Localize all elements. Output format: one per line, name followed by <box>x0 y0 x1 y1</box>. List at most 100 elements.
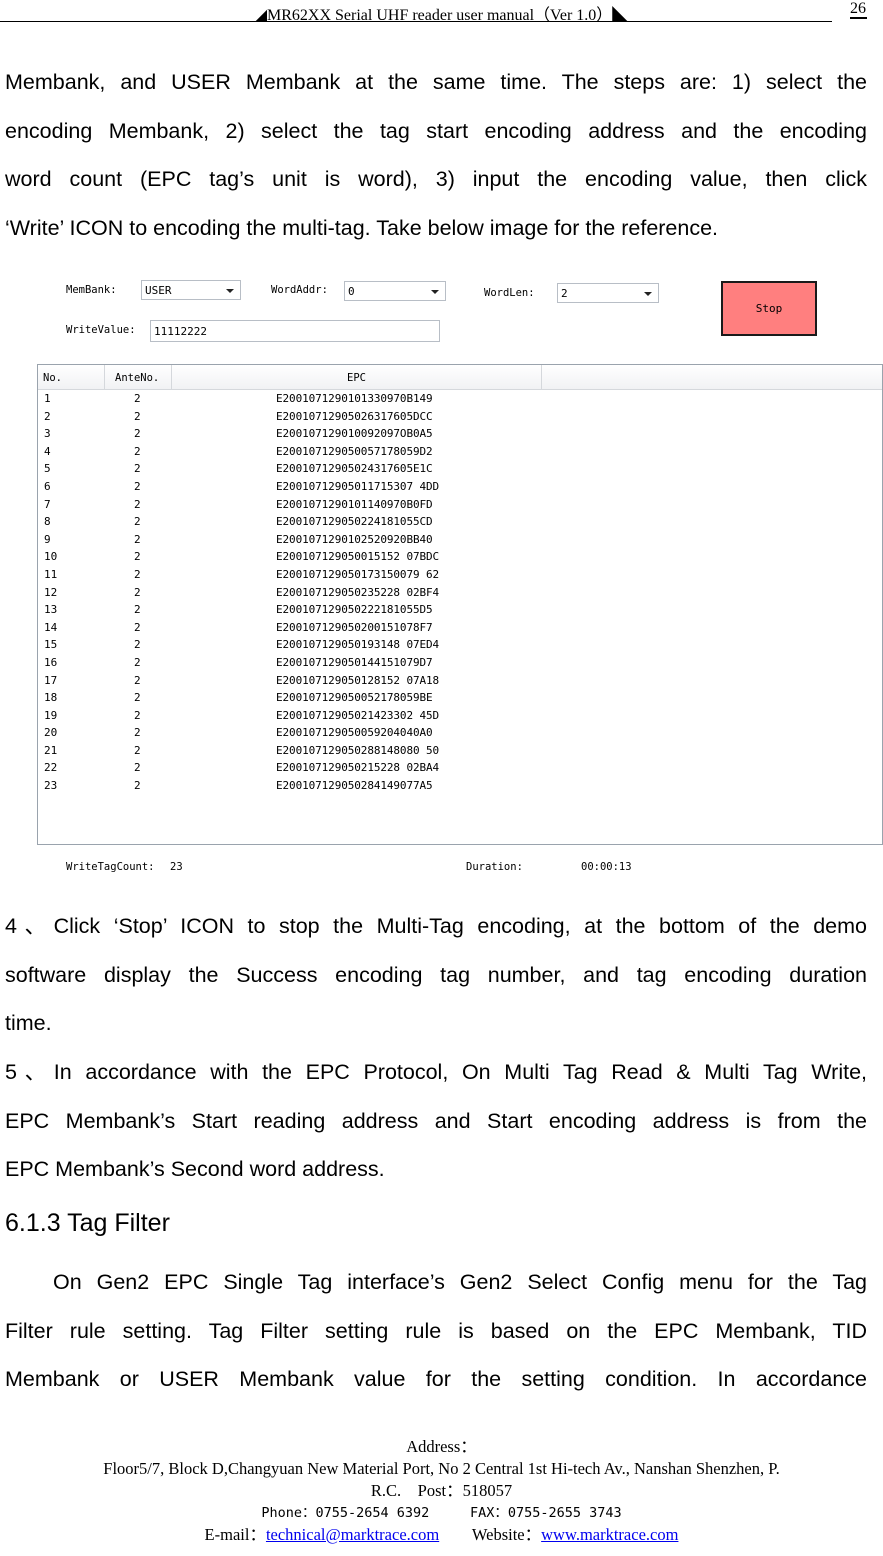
table-row[interactable]: 9 2 E2001071290102520920BB40 <box>38 531 882 549</box>
page-footer: Address： Floor5/7, Block D,Changyuan New… <box>0 1436 883 1546</box>
epc-value: E20010712905021423302 45D <box>276 708 440 722</box>
table-row[interactable]: 14 2 E200107129050200151078F7 <box>38 619 882 637</box>
column-header-anteno[interactable]: AnteNo. <box>105 365 172 389</box>
epc-value: E200107129050200151078F7 <box>276 620 433 634</box>
row-number: 6 <box>44 479 51 493</box>
fax-number: FAX：0755-2655 3743 <box>469 1505 622 1521</box>
table-row[interactable]: 17 2 E200107129050128152 07A18 <box>38 672 882 690</box>
duration-label: Duration: <box>466 861 523 873</box>
wordaddr-label: WordAddr: <box>271 284 328 296</box>
page-number: 26 <box>850 0 866 17</box>
wordlen-select[interactable]: 2 <box>557 283 659 303</box>
row-number: 23 <box>44 779 58 793</box>
intro-paragraph: Membank, and USER Membank at the same ti… <box>5 58 867 252</box>
row-number: 15 <box>44 638 58 652</box>
row-number: 10 <box>44 550 58 564</box>
antenna-number: 2 <box>134 673 141 687</box>
chevron-down-icon <box>226 289 234 293</box>
table-row[interactable]: 20 2 E200107129050059204040A0 <box>38 724 882 742</box>
column-header-epc[interactable]: EPC <box>172 365 542 389</box>
table-row[interactable]: 15 2 E200107129050193148 07ED4 <box>38 636 882 654</box>
email-label: E-mail： <box>204 1525 266 1544</box>
chevron-down-icon <box>644 292 652 296</box>
antenna-number: 2 <box>134 585 141 599</box>
antenna-number: 2 <box>134 655 141 669</box>
step-4-paragraph: 4、Click ‘Stop’ ICON to stop the Multi-Ta… <box>5 902 867 1048</box>
table-row[interactable]: 16 2 E200107129050144151079D7 <box>38 654 882 672</box>
antenna-number: 2 <box>134 779 141 793</box>
stop-button[interactable]: Stop <box>721 281 817 336</box>
table-row[interactable]: 21 2 E200107129050288148080 50 <box>38 742 882 760</box>
row-number: 9 <box>44 532 51 546</box>
row-number: 2 <box>44 409 51 423</box>
antenna-number: 2 <box>134 603 141 617</box>
row-number: 4 <box>44 444 51 458</box>
membank-select[interactable]: USER <box>141 280 241 300</box>
writevalue-input[interactable]: 11112222 <box>150 320 440 342</box>
epc-value: E200107129050222181055D5 <box>276 603 433 617</box>
table-row[interactable]: 4 2 E200107129050057178059D2 <box>38 443 882 461</box>
table-row[interactable]: 22 2 E200107129050215228 02BA4 <box>38 759 882 777</box>
epc-value: E2001071290101140970B0FD <box>276 497 433 511</box>
epc-value: E200107129050057178059D2 <box>276 444 433 458</box>
row-number: 5 <box>44 462 51 476</box>
row-number: 11 <box>44 567 58 581</box>
row-number: 21 <box>44 743 58 757</box>
column-header-no[interactable]: No. <box>38 365 105 389</box>
table-row[interactable]: 8 2 E200107129050224181055CD <box>38 513 882 531</box>
row-number: 19 <box>44 708 58 722</box>
text-line: word count (EPC tag’s unit is word), 3) … <box>5 167 867 191</box>
row-number: 20 <box>44 726 58 740</box>
row-number: 13 <box>44 603 58 617</box>
epc-value: E2001071290102520920BB40 <box>276 532 433 546</box>
contact-links: E-mail：technical@marktrace.com Website：w… <box>0 1524 883 1546</box>
row-number: 3 <box>44 427 51 441</box>
section-heading: 6.1.3 Tag Filter <box>5 1209 170 1237</box>
table-row[interactable]: 13 2 E200107129050222181055D5 <box>38 601 882 619</box>
wordaddr-select[interactable]: 0 <box>344 281 446 301</box>
row-number: 17 <box>44 673 58 687</box>
write-tag-count-label: WriteTagCount: <box>66 861 155 873</box>
epc-value: E2001071290101330970B149 <box>276 392 433 405</box>
epc-value: E200107129050128152 07A18 <box>276 673 440 687</box>
row-number: 22 <box>44 761 58 775</box>
writevalue-text: 11112222 <box>154 325 207 338</box>
table-row[interactable]: 7 2 E2001071290101140970B0FD <box>38 496 882 514</box>
antenna-number: 2 <box>134 532 141 546</box>
table-row[interactable]: 18 2 E200107129050052178059BE <box>38 689 882 707</box>
epc-value: E200107129050235228 02BF4 <box>276 585 440 599</box>
text-line: EPC Membank’s Start reading address and … <box>5 1108 867 1133</box>
epc-value: E200107129050224181055CD <box>276 515 433 529</box>
phone-number: Phone：0755-2654 6392 <box>261 1505 430 1521</box>
table-row[interactable]: 12 2 E200107129050235228 02BF4 <box>38 584 882 602</box>
row-number: 1 <box>44 392 51 405</box>
table-row[interactable]: 23 2 E200107129050284149077A5 <box>38 777 882 795</box>
page-number-underline <box>850 17 867 19</box>
table-row[interactable]: 10 2 E200107129050015152 07BDC <box>38 548 882 566</box>
website-link[interactable]: www.marktrace.com <box>541 1525 678 1544</box>
table-row[interactable]: 11 2 E200107129050173150079 62 <box>38 566 882 584</box>
table-row[interactable]: 19 2 E20010712905021423302 45D <box>38 707 882 725</box>
epc-value: E200107129010092097OB0A5 <box>276 427 433 441</box>
email-link[interactable]: technical@marktrace.com <box>266 1525 439 1544</box>
antenna-number: 2 <box>134 743 141 757</box>
epc-value: E20010712905011715307 4DD <box>276 479 440 493</box>
address-line-2: R.C. Post：518057 <box>0 1480 883 1502</box>
address-line: Floor5/7, Block D,Changyuan New Material… <box>103 1459 780 1478</box>
page-header: ◢MR62XX Serial UHF reader user manual（Ve… <box>0 0 883 30</box>
table-row[interactable]: 6 2 E20010712905011715307 4DD <box>38 478 882 496</box>
row-number: 14 <box>44 620 58 634</box>
antenna-number: 2 <box>134 638 141 652</box>
post-code: Post：518057 <box>417 1481 513 1500</box>
table-row[interactable]: 3 2 E200107129010092097OB0A5 <box>38 425 882 443</box>
epc-value: E200107129050288148080 50 <box>276 743 440 757</box>
duration-value: 00:00:13 <box>581 861 632 873</box>
table-row[interactable]: 2 2 E20010712905026317605DCC <box>38 408 882 426</box>
epc-value: E200107129050173150079 62 <box>276 567 440 581</box>
table-row[interactable]: 1 2 E2001071290101330970B149 <box>38 390 882 408</box>
epc-value: E200107129050052178059BE <box>276 691 433 705</box>
table-row[interactable]: 5 2 E20010712905024317605E1C <box>38 460 882 478</box>
antenna-number: 2 <box>134 427 141 441</box>
row-number: 18 <box>44 691 58 705</box>
address-country: R.C. <box>370 1481 402 1500</box>
